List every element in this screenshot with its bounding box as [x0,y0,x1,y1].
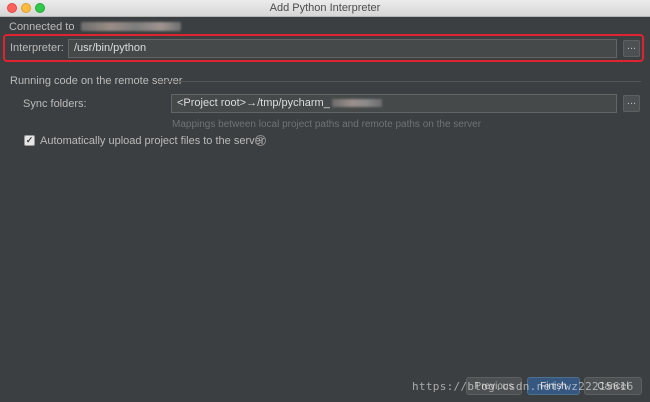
close-window-button[interactable] [7,3,17,13]
watermark-text: https://blog.csdn.net/wz22215616 [412,380,634,393]
maximize-window-button[interactable] [35,3,45,13]
sync-folders-label: Sync folders: [23,98,87,110]
window-titlebar: Add Python Interpreter [0,0,650,17]
interpreter-label: Interpreter: [10,42,64,54]
connection-label: Connected to [9,21,75,33]
sync-folders-hint: Mappings between local project paths and… [172,119,482,130]
minimize-window-button[interactable] [21,3,31,13]
redacted-host [80,22,181,31]
sync-folders-value: <Project root>→/tmp/pycharm_ [177,97,330,109]
interpreter-browse-button[interactable]: ... [623,40,640,57]
interpreter-input[interactable]: /usr/bin/python [68,39,617,58]
window-title: Add Python Interpreter [269,2,381,14]
auto-upload-checkbox[interactable]: ✓ [24,135,35,146]
redacted-path [331,99,382,107]
auto-upload-label[interactable]: Automatically upload project files to th… [40,135,264,147]
remote-section-title: Running code on the remote server [10,75,183,87]
sync-folders-browse-button[interactable]: ... [623,95,640,112]
sync-folders-input[interactable]: <Project root>→/tmp/pycharm_ [171,94,617,113]
section-divider [158,81,641,82]
connection-status: Connected to [9,21,181,33]
help-icon[interactable]: ? [255,135,266,146]
